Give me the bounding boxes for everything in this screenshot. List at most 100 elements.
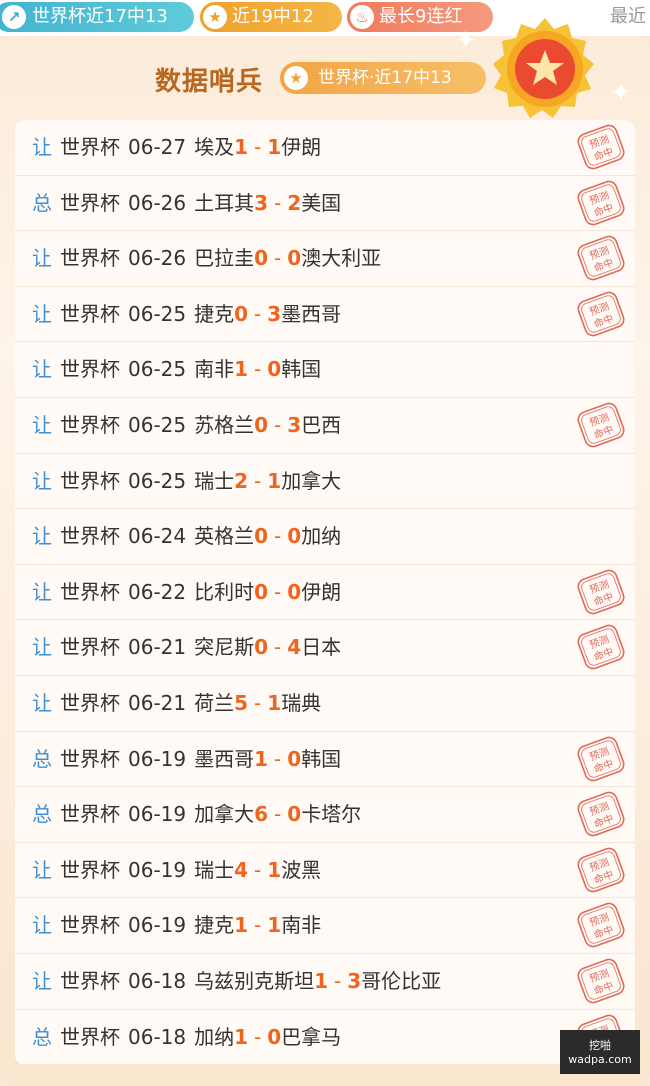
score-separator: - <box>274 635 282 660</box>
prediction-row[interactable]: 让世界杯 06-26 巴拉圭0-0澳大利亚 预测 命中 <box>15 231 635 287</box>
match-line: 让世界杯 06-25 瑞士2-1加拿大 <box>32 454 341 509</box>
away-team: 澳大利亚 <box>301 246 382 271</box>
score-separator: - <box>274 579 282 604</box>
bet-type: 总 <box>32 746 52 771</box>
prediction-row[interactable]: 总世界杯 06-26 土耳其3-2美国 预测 命中 <box>15 176 635 232</box>
prediction-row[interactable]: 让世界杯 06-21 突尼斯0-4日本 预测 命中 <box>15 620 635 676</box>
competition: 世界杯 <box>60 635 120 660</box>
match-date: 06-21 <box>128 690 187 715</box>
away-team: 墨西哥 <box>281 301 342 326</box>
match-date: 06-21 <box>128 635 187 660</box>
away-score: 1 <box>267 913 282 938</box>
bet-type: 让 <box>32 690 52 715</box>
away-score: 0 <box>287 746 302 771</box>
match-line: 让世界杯 06-19 瑞士4-1波黑 <box>32 843 321 898</box>
world-cup-record-pill[interactable]: ↗ 世界杯近17中13 <box>0 2 194 32</box>
match-line: 让世界杯 06-18 乌兹别克斯坦1-3哥伦比亚 <box>32 954 441 1009</box>
home-team: 突尼斯 <box>194 635 255 660</box>
prediction-row[interactable]: 总世界杯06-18加纳1-0巴拿马 预测 命中 <box>15 1010 635 1066</box>
home-team: 捷克 <box>194 301 235 326</box>
match-line: 让世界杯 06-21 突尼斯0-4日本 <box>32 620 341 675</box>
match-line: 总世界杯 06-19 加拿大6-0卡塔尔 <box>32 787 361 842</box>
score-separator: - <box>274 746 282 771</box>
competition: 世界杯 <box>60 135 120 159</box>
prediction-row[interactable]: 让世界杯 06-19 捷克1-1南非 预测 命中 <box>15 898 635 954</box>
watermark-url: wadpa.com <box>568 1053 632 1066</box>
prediction-row[interactable]: 让世界杯 06-25 苏格兰0-3巴西 预测 命中 <box>15 398 635 454</box>
bet-type: 让 <box>32 135 52 159</box>
recent-record-pill[interactable]: ★ 近19中12 <box>200 2 342 32</box>
bet-type: 让 <box>32 579 52 604</box>
away-score: 0 <box>267 1024 282 1049</box>
recent-tab[interactable]: 最近 <box>610 0 646 34</box>
score-separator: - <box>254 357 262 382</box>
match-line: 让世界杯 06-21 荷兰5-1瑞典 <box>32 676 321 731</box>
score-separator: - <box>254 690 262 715</box>
away-team: 波黑 <box>281 857 322 882</box>
prediction-row[interactable]: 让世界杯 06-27 埃及1-1伊朗 预测 命中 <box>15 120 635 176</box>
match-date: 06-19 <box>128 802 187 827</box>
match-line: 让世界杯 06-19 捷克1-1南非 <box>32 898 321 953</box>
prediction-row[interactable]: 让世界杯 06-25 捷克0-3墨西哥 预测 命中 <box>15 287 635 343</box>
prediction-hit-stamp-icon: 预测 命中 <box>577 736 625 781</box>
score-separator: - <box>254 1024 262 1049</box>
competition: 世界杯 <box>60 1024 120 1049</box>
prediction-hit-stamp-icon: 预测 命中 <box>577 291 625 337</box>
match-date: 06-19 <box>128 746 187 771</box>
prediction-row[interactable]: 让世界杯 06-25 瑞士2-1加拿大 <box>15 454 635 510</box>
away-score: 0 <box>287 246 302 271</box>
match-date: 06-27 <box>128 135 187 159</box>
match-line: 让世界杯 06-25 南非1-0韩国 <box>32 342 321 397</box>
bet-type: 让 <box>32 913 52 938</box>
card-record-tag: ★ 世界杯·近17中13 <box>280 62 486 94</box>
prediction-hit-stamp-icon: 预测 命中 <box>577 903 625 948</box>
pill-label: 最长9连红 <box>379 6 463 27</box>
match-date: 06-25 <box>128 468 187 493</box>
prediction-row[interactable]: 让世界杯 06-25 南非1-0韩国 <box>15 342 635 398</box>
prediction-row[interactable]: 让世界杯 06-24 英格兰0-0加纳 <box>15 509 635 565</box>
away-score: 1 <box>267 690 282 715</box>
away-team: 加纳 <box>301 524 342 549</box>
pill-label: 世界杯近17中13 <box>32 6 168 27</box>
prediction-row[interactable]: 总世界杯 06-19 墨西哥1-0韩国 预测 命中 <box>15 732 635 788</box>
prediction-row[interactable]: 让世界杯 06-19 瑞士4-1波黑 预测 命中 <box>15 843 635 899</box>
prediction-row[interactable]: 让世界杯 06-21 荷兰5-1瑞典 <box>15 676 635 732</box>
competition: 世界杯 <box>60 301 120 326</box>
competition: 世界杯 <box>60 690 120 715</box>
away-team: 伊朗 <box>301 579 342 604</box>
match-line: 总世界杯 06-26 土耳其3-2美国 <box>32 176 341 231</box>
card-title: 数据哨兵 <box>155 67 264 97</box>
home-team: 苏格兰 <box>194 412 255 437</box>
medal-badge-icon <box>493 18 594 118</box>
prediction-row[interactable]: 总世界杯 06-19 加拿大6-0卡塔尔 预测 命中 <box>15 787 635 843</box>
home-score: 0 <box>234 301 249 326</box>
match-date: 06-25 <box>128 412 187 437</box>
away-score: 0 <box>267 357 282 382</box>
prediction-row[interactable]: 让世界杯 06-18 乌兹别克斯坦1-3哥伦比亚 预测 命中 <box>15 954 635 1010</box>
prediction-hit-stamp-icon: 预测 命中 <box>577 180 625 225</box>
home-team: 荷兰 <box>194 690 235 715</box>
score-separator: - <box>274 246 282 271</box>
match-date: 06-25 <box>128 357 187 382</box>
competition: 世界杯 <box>60 857 120 882</box>
star-icon: ★ <box>284 66 308 90</box>
competition: 世界杯 <box>60 357 120 382</box>
match-date: 06-18 <box>128 1024 187 1049</box>
score-separator: - <box>254 913 262 938</box>
prediction-row[interactable]: 让世界杯 06-22 比利时0-0伊朗 预测 命中 <box>15 565 635 621</box>
prediction-hit-stamp-icon: 预测 命中 <box>577 791 625 837</box>
home-team: 南非 <box>194 357 235 382</box>
bet-type: 让 <box>32 412 52 437</box>
away-team: 日本 <box>301 635 342 660</box>
bet-type: 让 <box>32 357 52 382</box>
match-line: 让世界杯 06-24 英格兰0-0加纳 <box>32 509 341 564</box>
score-separator: - <box>274 524 282 549</box>
home-score: 1 <box>234 1024 249 1049</box>
expert-card: ✦ ✦ 数据哨兵 ★ 世界杯·近17中13 让世界杯 06-27 埃及1-1伊朗 预… <box>0 18 650 1086</box>
home-score: 0 <box>254 524 269 549</box>
away-team: 美国 <box>301 190 342 215</box>
home-team: 乌兹别克斯坦 <box>194 968 315 993</box>
sparkle-icon: ✦ <box>455 26 477 56</box>
home-score: 0 <box>254 246 269 271</box>
score-separator: - <box>254 468 262 493</box>
